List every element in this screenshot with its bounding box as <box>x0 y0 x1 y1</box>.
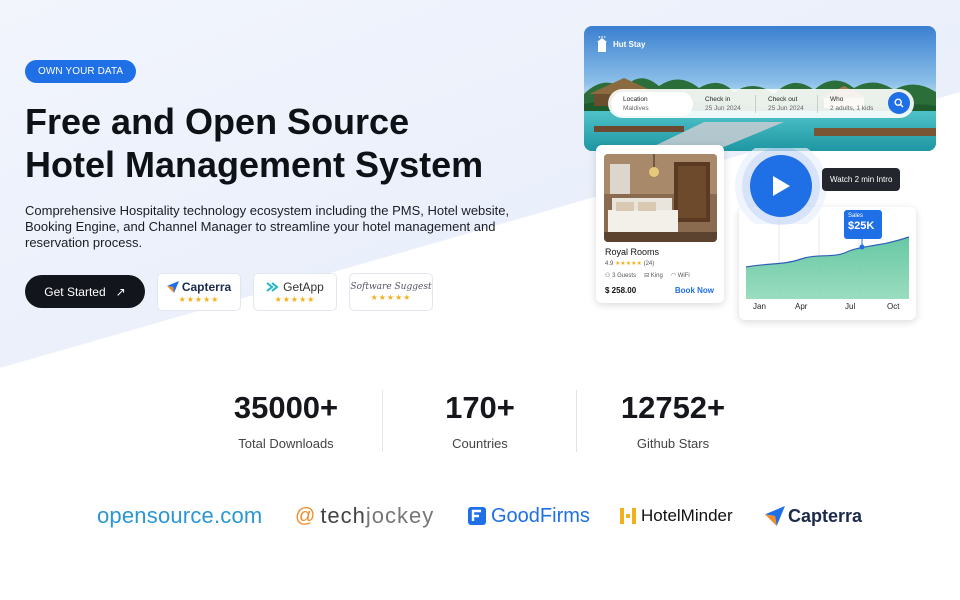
month-label: Apr <box>795 302 808 311</box>
capterra-text: Capterra <box>788 505 863 526</box>
booking-search-bar: Location Maldives Check in 25 Jun 2024 C… <box>608 89 914 118</box>
hut-stay-logo-icon: ★★★ <box>597 36 607 52</box>
getapp-stars: ★★★★★ <box>274 295 316 304</box>
capterra-badge-label: Capterra <box>181 280 232 294</box>
getapp-review-badge[interactable]: GetApp ★★★★★ <box>253 273 337 311</box>
room-amenities: ⚇ 3 Guests ⊟ King ◠ WiFi <box>605 272 690 279</box>
sales-marker-dot <box>859 244 865 250</box>
stat-label: Github Stars <box>636 436 710 451</box>
hero-title-line2: Hotel Management System <box>25 144 484 185</box>
hut-stay-brand: ★★★ Hut Stay <box>596 36 645 52</box>
sales-area <box>746 237 909 299</box>
sales-value: $25K <box>848 220 875 232</box>
hut-stay-name: Hut Stay <box>613 39 646 49</box>
getapp-logo-icon <box>266 282 279 292</box>
sales-tooltip: Sales $25K <box>844 210 882 239</box>
getapp-badge-name: GetApp <box>266 280 324 294</box>
stat-label: Total Downloads <box>238 436 334 451</box>
capterra-badge-name: Capterra <box>166 280 232 294</box>
room-card: Royal Rooms 4.9 ★★★★★ (24) ⚇ 3 Guests ⊟ … <box>596 145 724 303</box>
checkout-value: 25 Jun 2024 <box>768 104 804 112</box>
room-rating-stars: ★★★★★ <box>615 261 642 267</box>
bed-icon: ⊟ <box>644 273 650 279</box>
goodfirms-text: GoodFirms <box>491 504 590 527</box>
who-label: Who <box>830 95 844 103</box>
stat-divider <box>576 390 577 452</box>
hero-subtitle: Comprehensive Hospitality technology eco… <box>25 203 510 250</box>
guests-amenity: ⚇ 3 Guests <box>605 272 636 279</box>
getapp-badge-label: GetApp <box>283 280 324 294</box>
checkin-field[interactable]: Check in 25 Jun 2024 <box>693 89 755 118</box>
techjockey-logo[interactable]: @ techjockey <box>295 500 434 532</box>
svg-text:★★★: ★★★ <box>598 36 606 39</box>
guests-icon: ⚇ <box>605 273 611 279</box>
stat-label: Countries <box>452 436 508 451</box>
play-video-button[interactable] <box>750 155 812 217</box>
goodfirms-logo[interactable]: GoodFirms <box>467 500 590 532</box>
wifi-icon: ◠ <box>670 273 677 279</box>
guests-label: 3 Guests <box>612 273 637 279</box>
room-name: Royal Rooms <box>605 247 660 257</box>
room-photo <box>604 154 717 242</box>
who-field[interactable]: Who 2 adults, 1 kids <box>818 89 884 118</box>
bedroom-image <box>604 154 717 242</box>
location-label: Location <box>623 95 648 103</box>
techjockey-text-jockey: jockey <box>365 503 435 528</box>
capterra-icon <box>765 506 785 526</box>
arrow-up-right-icon: ↗ <box>115 284 126 299</box>
checkin-label: Check in <box>705 95 731 103</box>
opensource-logo[interactable]: opensource.com <box>97 500 262 532</box>
room-price: $ 258.00 <box>605 286 637 295</box>
stat-value: 170+ <box>445 390 515 425</box>
stat-github-stars: 12752+ Github Stars <box>578 390 768 451</box>
stat-downloads: 35000+ Total Downloads <box>191 390 381 451</box>
software-suggest-review-badge[interactable]: Software Suggest ★★★★★ <box>349 273 433 311</box>
hotelminder-logo[interactable]: HotelMinder <box>619 500 733 532</box>
sales-label: Sales <box>848 213 864 219</box>
room-review-count: (24) <box>643 261 655 267</box>
hotelminder-icon <box>620 508 636 524</box>
location-value: Maldives <box>623 104 649 112</box>
wifi-amenity: ◠ WiFi <box>671 272 690 279</box>
month-label: Jul <box>845 302 856 311</box>
bed-amenity: ⊟ King <box>644 272 663 279</box>
checkout-label: Check out <box>768 95 798 103</box>
search-button[interactable] <box>888 92 910 114</box>
capterra-logo-icon <box>166 281 179 293</box>
hero-title-line1: Free and Open Source <box>25 101 410 142</box>
techjockey-text: techjockey <box>320 503 434 529</box>
checkout-field[interactable]: Check out 25 Jun 2024 <box>756 89 817 118</box>
hotelminder-text: HotelMinder <box>641 506 733 525</box>
stat-countries: 170+ Countries <box>385 390 575 451</box>
techjockey-text-tech: tech <box>320 503 366 528</box>
month-label: Oct <box>887 302 900 311</box>
hero-title: Free and Open Source Hotel Management Sy… <box>25 100 585 186</box>
room-rating: 4.9 ★★★★★ (24) <box>605 260 654 267</box>
software-suggest-badge-name: Software Suggest <box>350 282 432 292</box>
get-started-label: Get Started <box>44 284 106 299</box>
stat-divider <box>382 390 383 452</box>
own-data-badge: OWN YOUR DATA <box>25 60 137 83</box>
watch-intro-tooltip: Watch 2 min Intro <box>822 168 901 191</box>
techjockey-at-icon: @ <box>295 504 317 527</box>
bed-label: King <box>650 273 663 279</box>
location-field[interactable]: Location Maldives <box>611 91 693 116</box>
checkin-value: 25 Jun 2024 <box>705 104 741 112</box>
get-started-button[interactable]: Get Started ↗ <box>25 275 145 308</box>
capterra-review-badge[interactable]: Capterra ★★★★★ <box>157 273 241 311</box>
search-icon <box>894 98 904 108</box>
goodfirms-icon <box>468 507 486 525</box>
play-icon <box>773 176 790 196</box>
hotel-banner: ★★★ Hut Stay Location Maldives Check in … <box>584 26 936 151</box>
wifi-label: WiFi <box>677 273 690 279</box>
stat-value: 12752+ <box>620 390 726 425</box>
month-label: Jan <box>753 302 766 311</box>
stat-value: 35000+ <box>233 390 339 425</box>
who-value: 2 adults, 1 kids <box>830 104 874 112</box>
capterra-stars: ★★★★★ <box>178 295 220 304</box>
capterra-logo[interactable]: Capterra <box>765 500 862 532</box>
book-now-link[interactable]: Book Now <box>675 286 714 295</box>
room-rating-score: 4.9 <box>605 261 614 267</box>
software-suggest-stars: ★★★★★ <box>370 293 412 302</box>
